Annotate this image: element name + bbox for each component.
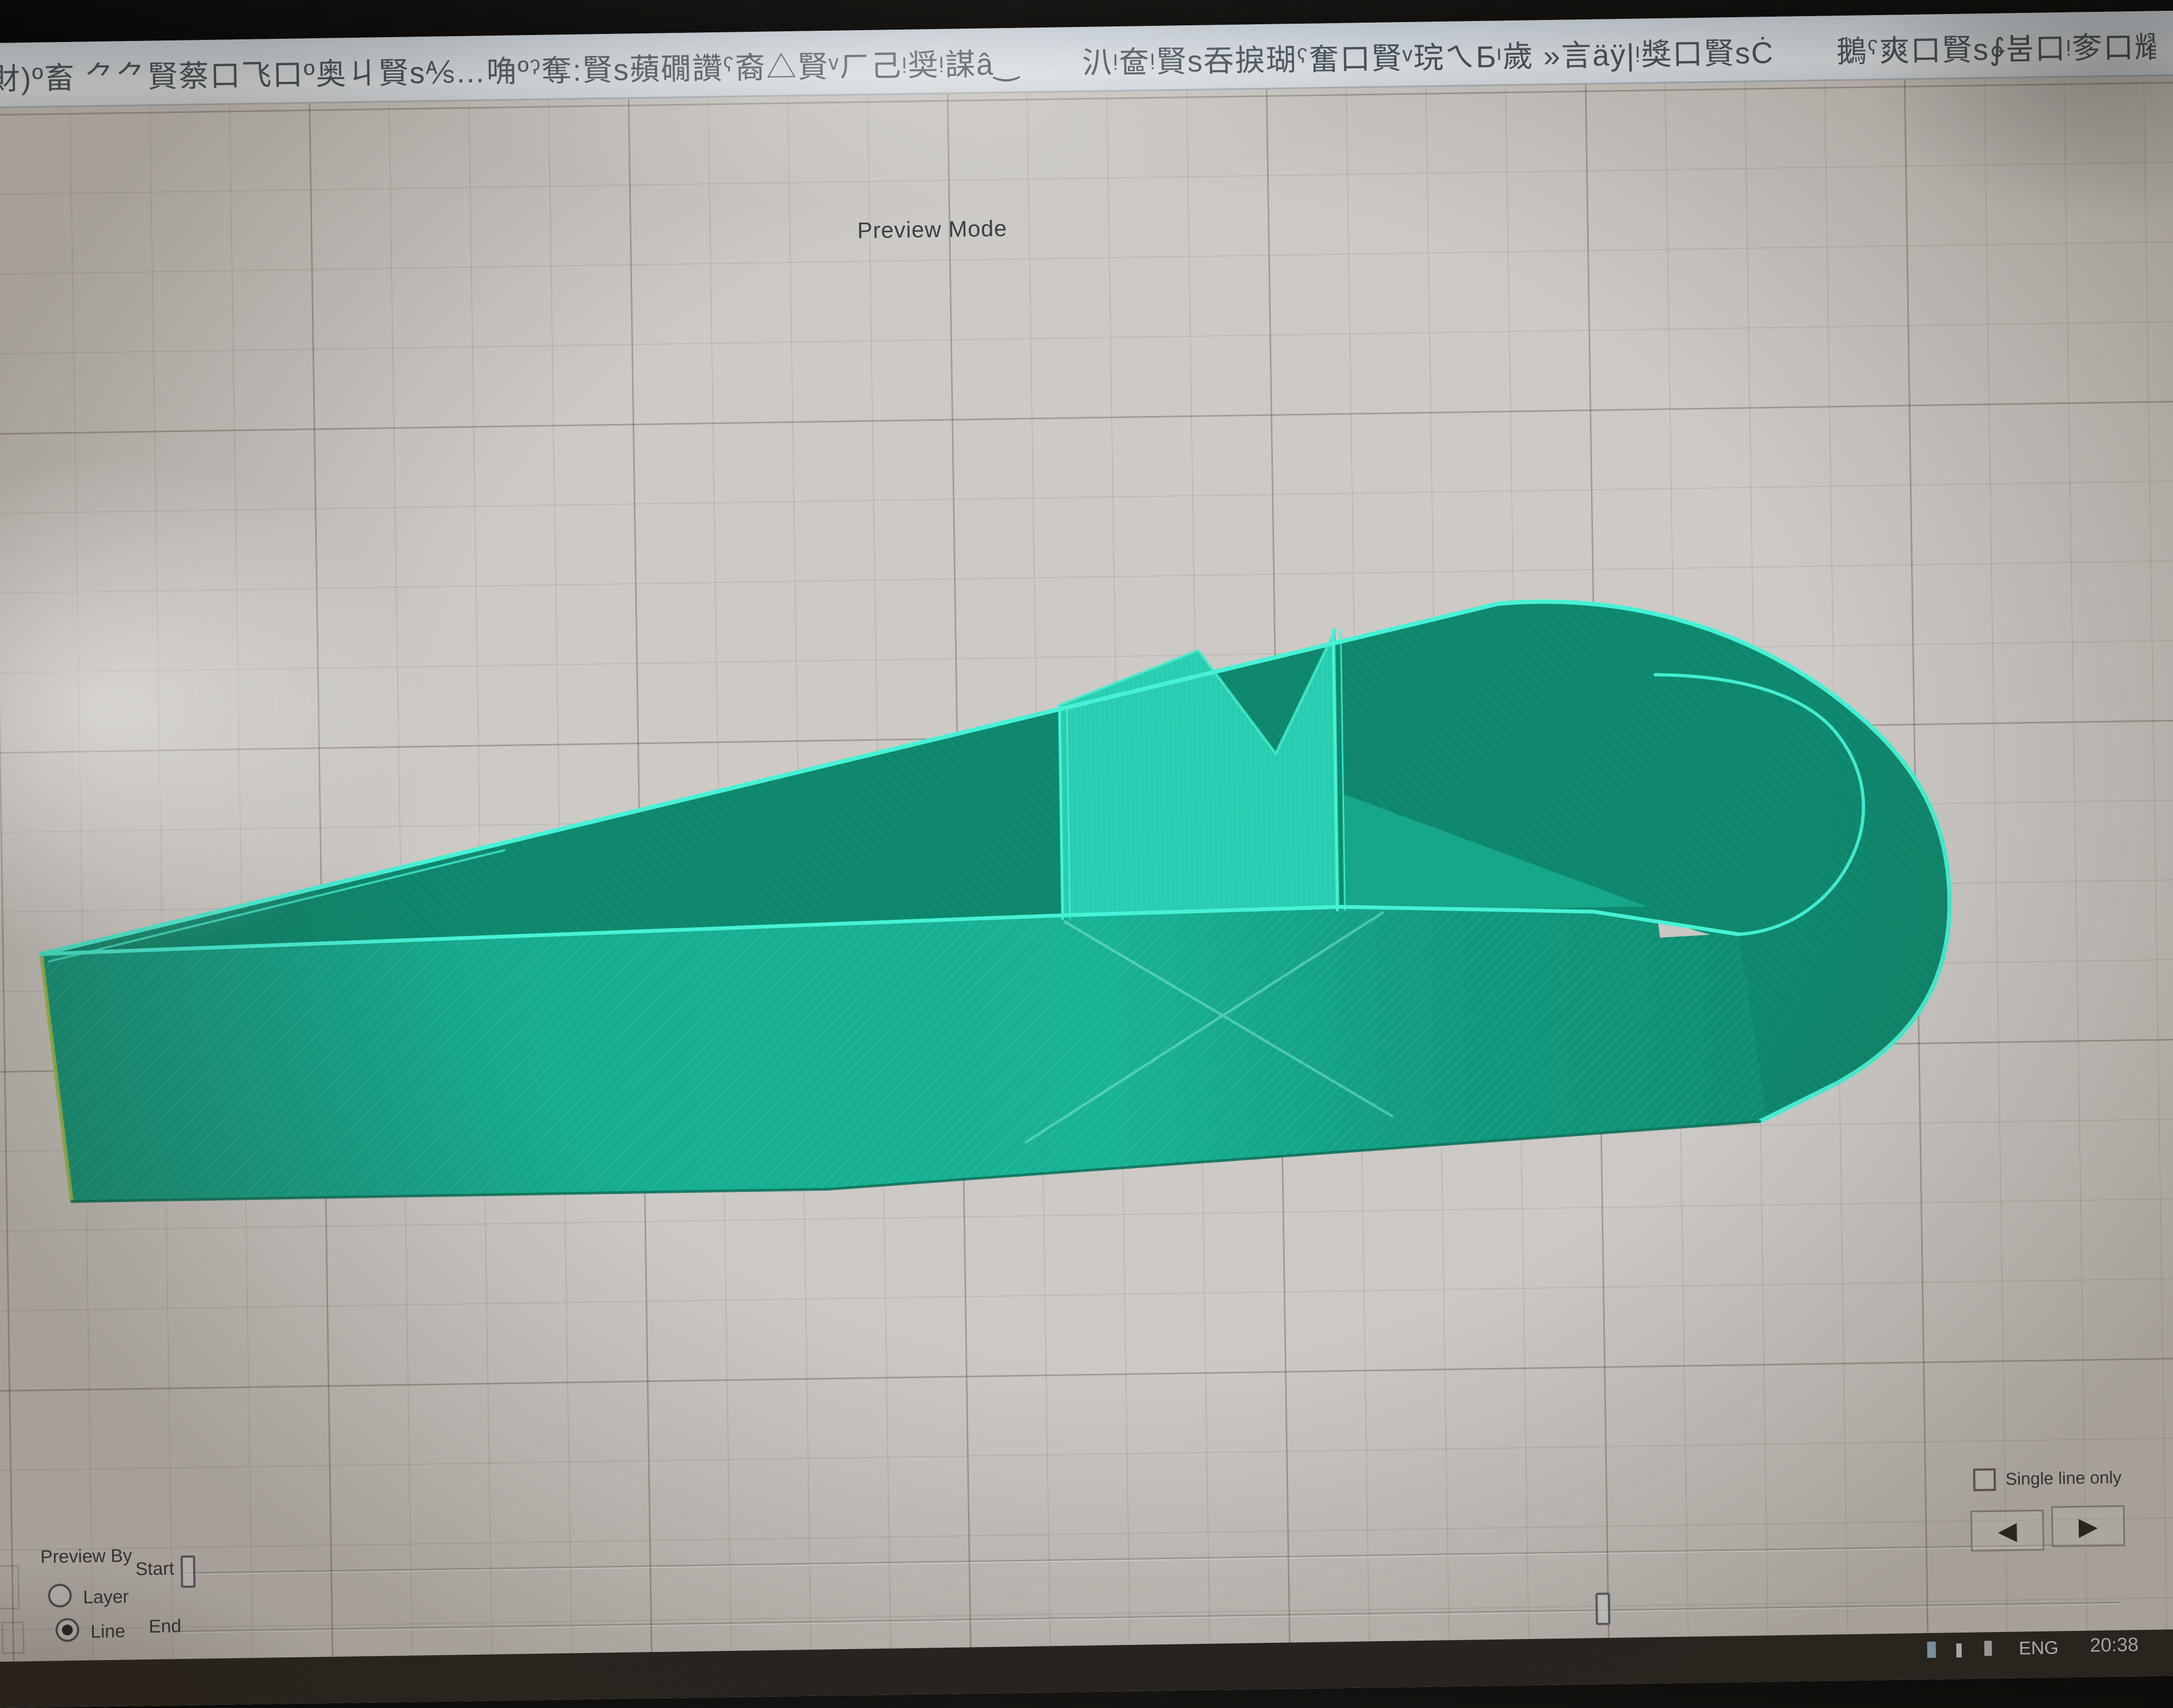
screen-edge-widget — [0, 1565, 19, 1610]
single-line-only-label: Single line only — [2005, 1468, 2122, 1489]
preview-mode-label: Preview Mode — [857, 216, 1007, 244]
right-arrow-icon: ▶ — [2078, 1511, 2098, 1541]
slider-start-handle[interactable] — [181, 1556, 196, 1588]
slider-end-label: End — [149, 1616, 182, 1637]
screen-edge-widget — [2, 1621, 25, 1654]
previous-line-button[interactable]: ◀ — [1970, 1510, 2044, 1552]
taskbar-app-icon[interactable] — [1927, 1642, 1936, 1658]
preview-by-label: Preview By — [40, 1545, 133, 1568]
photo-stage: (財)º畜 ⺈⺈賢蔡口飞口º奥ㄐ賢s⅍…唃ºˀ奪:賢s蘋礀讚ˤ裔△賢ᵛㄏ己ᵎ奨ᵎ… — [0, 0, 2173, 1629]
model-3d-preview — [0, 11, 2161, 1672]
radio-line-label: Line — [91, 1621, 126, 1643]
single-line-only-checkbox[interactable] — [1973, 1468, 1996, 1491]
language-indicator[interactable]: ENG — [2019, 1637, 2059, 1659]
clock[interactable]: 20:38 — [2090, 1633, 2139, 1656]
viewport-ui-layer: Preview Mode Preview By Layer Line Start… — [0, 11, 2173, 1708]
radio-layer-label: Layer — [83, 1587, 129, 1608]
slider-start-label: Start — [135, 1558, 174, 1580]
taskbar-tray-icon[interactable] — [1956, 1643, 1962, 1657]
left-arrow-icon: ◀ — [1998, 1516, 2017, 1546]
next-line-button[interactable]: ▶ — [2051, 1505, 2125, 1547]
application-window: (財)º畜 ⺈⺈賢蔡口飞口º奥ㄐ賢s⅍…唃ºˀ奪:賢s蘋礀讚ˤ裔△賢ᵛㄏ己ᵎ奨ᵎ… — [0, 11, 2173, 1708]
slider-end-handle[interactable] — [1595, 1593, 1610, 1625]
taskbar-network-icon[interactable] — [1984, 1641, 1992, 1656]
